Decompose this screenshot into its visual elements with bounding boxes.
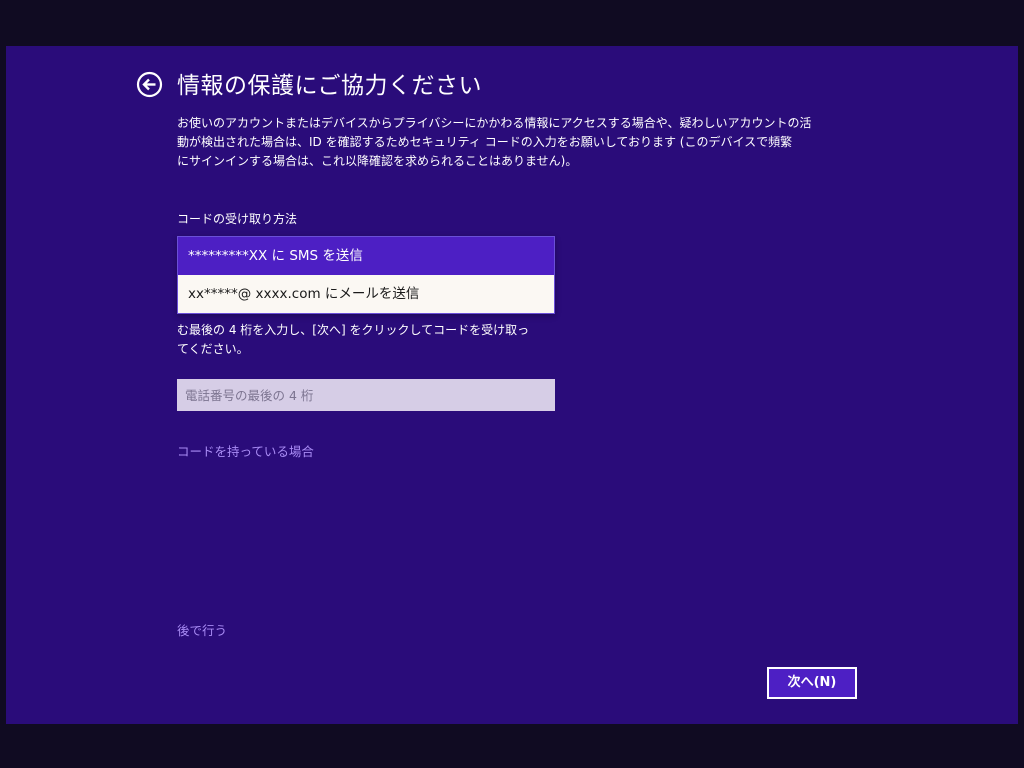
back-button[interactable] (136, 71, 163, 98)
description-text: お使いのアカウントまたはデバイスからプライバシーにかかわる情報にアクセスする場合… (177, 114, 837, 171)
instructions-line: む最後の 4 桁を入力し、[次へ] をクリックしてコードを受け取っ (177, 323, 530, 337)
description-line: お使いのアカウントまたはデバイスからプライバシーにかかわる情報にアクセスする場合… (177, 116, 812, 130)
instructions-line: てください。 (177, 342, 249, 356)
phone-last-digits-input[interactable] (177, 379, 555, 411)
option-email[interactable]: xx*****@ xxxx.com にメールを送信 (178, 275, 554, 313)
option-sms[interactable]: *********XX に SMS を送信 (178, 237, 554, 275)
next-button[interactable]: 次へ(N) (767, 667, 857, 699)
method-label: コードの受け取り方法 (177, 212, 298, 226)
back-arrow-icon (136, 71, 163, 98)
instructions-text: む最後の 4 桁を入力し、[次へ] をクリックしてコードを受け取っ てください。 (177, 321, 557, 359)
have-code-link[interactable]: コードを持っている場合 (177, 441, 314, 460)
do-later-link[interactable]: 後で行う (177, 620, 227, 639)
method-dropdown-list[interactable]: *********XX に SMS を送信 xx*****@ xxxx.com … (177, 236, 555, 314)
description-line: にサインインする場合は、これ以降確認を求められることはありません)。 (177, 154, 578, 168)
screen-frame: 情報の保護にご協力ください お使いのアカウントまたはデバイスからプライバシーにか… (0, 0, 1024, 768)
page-title: 情報の保護にご協力ください (177, 73, 483, 99)
description-line: 動が検出された場合は、ID を確認するためセキュリティ コードの入力をお願いして… (177, 135, 793, 149)
